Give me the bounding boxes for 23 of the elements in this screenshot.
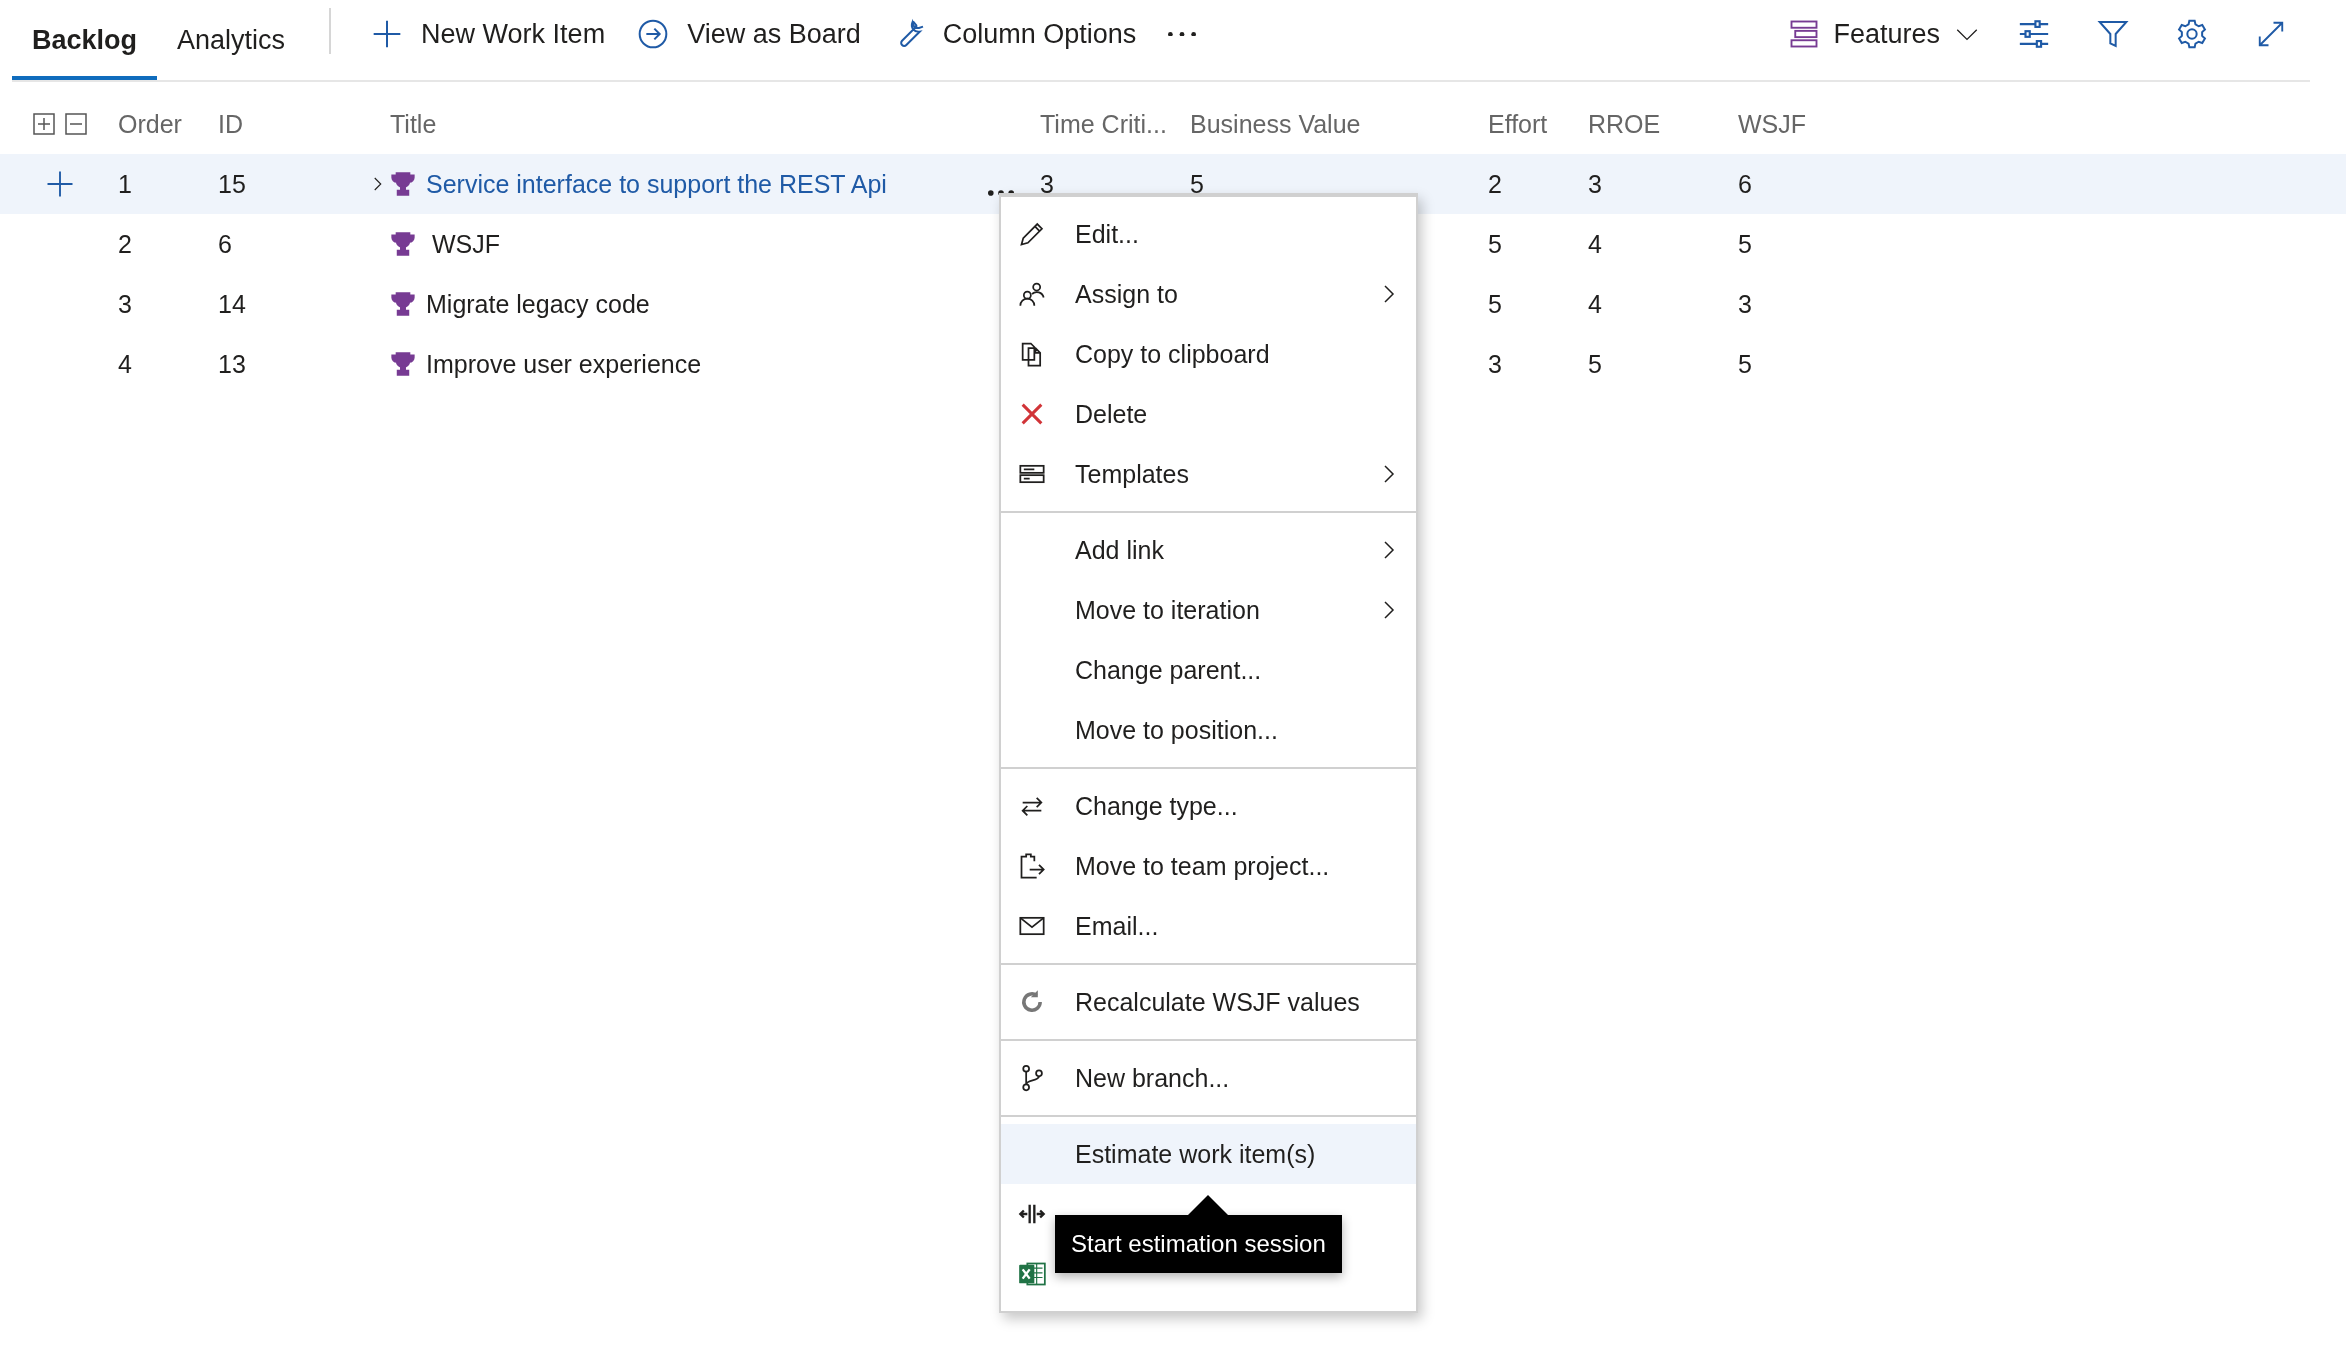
table-cell: 5 xyxy=(1738,229,1752,259)
table-cell: 3 xyxy=(1040,169,1054,199)
table-cell: 3 xyxy=(1738,289,1752,319)
table-cell: 5 xyxy=(1588,349,1602,379)
table-cell: 6 xyxy=(1738,169,1752,199)
table-cell: 5 xyxy=(1190,169,1204,199)
table-cell: 13 xyxy=(218,349,246,379)
table-cell: 4 xyxy=(1588,229,1602,259)
table-cell: 14 xyxy=(218,289,246,319)
table-cell: 4 xyxy=(118,349,132,379)
table-cell: 2 xyxy=(1488,169,1502,199)
table-cell: 3 xyxy=(118,289,132,319)
table-cell: 6 xyxy=(218,229,232,259)
table-cell: 4 xyxy=(1588,289,1602,319)
table-cell: 2 xyxy=(118,229,132,259)
table-cell: 5 xyxy=(1488,229,1502,259)
table-cell: 1 xyxy=(118,169,132,199)
table-cell: 5 xyxy=(1738,349,1752,379)
table-cell: 15 xyxy=(218,169,246,199)
table-cell: 3 xyxy=(1588,169,1602,199)
tooltip: Start estimation session xyxy=(1055,1215,1342,1273)
table-cell: 5 xyxy=(1488,289,1502,319)
table-cell: 3 xyxy=(1488,349,1502,379)
